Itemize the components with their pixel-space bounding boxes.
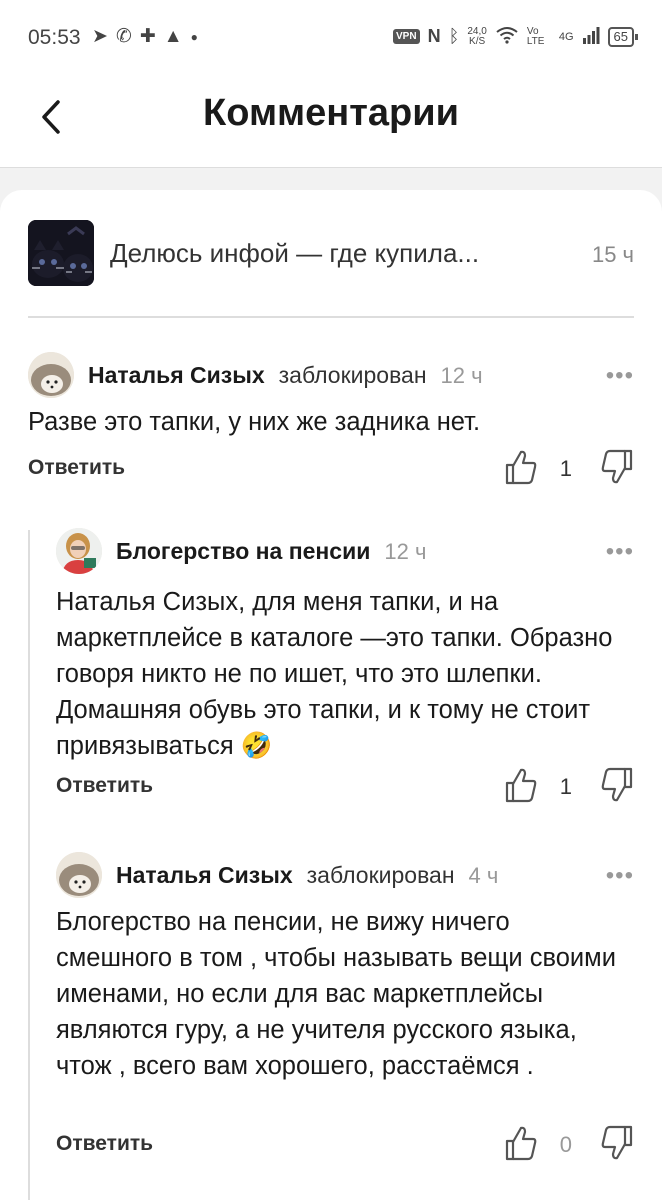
- comment-text: Блогерство на пенсии, не вижу ничего сме…: [56, 908, 616, 1080]
- signal-icon: [582, 26, 600, 47]
- volte-icon: Vo LTE: [526, 25, 545, 47]
- like-count: 1: [559, 456, 572, 481]
- app-icon: ✚: [139, 26, 156, 47]
- status-right: VPN N ᛒ 24,0 K/S Vo LTE 4G 65: [393, 25, 639, 47]
- dislike-icon[interactable]: [600, 448, 634, 486]
- comment-author-line: Наталья Сизых заблокирован 4 ч: [116, 862, 498, 889]
- like-icon[interactable]: [504, 766, 538, 804]
- thread-line: [28, 530, 30, 1200]
- header: Комментарии: [0, 78, 662, 168]
- notification-icons: ➤ ✆ ✚ ▲ ●: [92, 24, 198, 50]
- article-thumbnail: [28, 220, 94, 286]
- article-title: Делюсь инфой — где купила...: [110, 238, 480, 268]
- comment: Блогерство на пенсии 12 ч ••• Наталья Сиз…: [56, 528, 634, 808]
- more-options-icon[interactable]: •••: [606, 862, 634, 890]
- status-time: 05:53: [28, 26, 81, 49]
- wifi-icon: [495, 26, 519, 47]
- like-count: 0: [559, 1132, 572, 1157]
- avatar[interactable]: [56, 528, 102, 574]
- comments-card: Делюсь инфой — где купила... 15 ч Наталь…: [0, 190, 662, 1200]
- divider: [28, 316, 634, 318]
- comment-author-line: Наталья Сизых заблокирован 12 ч: [88, 362, 483, 389]
- whatsapp-icon: ✆: [115, 26, 132, 47]
- article-link[interactable]: Делюсь инфой — где купила... 15 ч: [28, 220, 634, 286]
- comment-actions: Ответить 0: [56, 1124, 634, 1164]
- blocked-label: заблокирован: [278, 362, 427, 388]
- comment-time: 12 ч: [384, 539, 427, 564]
- avatar[interactable]: [56, 852, 102, 898]
- comment-time: 12 ч: [440, 363, 483, 388]
- comment-author[interactable]: Блогерство на пенсии: [116, 538, 370, 564]
- avatar[interactable]: [28, 352, 74, 398]
- comment-text: Разве это тапки, у них же задника нет.: [28, 408, 481, 436]
- blocked-label: заблокирован: [306, 862, 455, 888]
- like-icon[interactable]: [504, 1124, 538, 1162]
- dot-icon: ●: [190, 30, 198, 44]
- dislike-icon[interactable]: [600, 766, 634, 804]
- net-speed-unit: K/S: [469, 35, 486, 47]
- comment-author-line: Блогерство на пенсии 12 ч: [116, 538, 426, 565]
- comment-actions: Ответить 1: [28, 448, 634, 488]
- nfc-icon: N: [427, 26, 441, 46]
- telegram-icon: ➤: [92, 26, 108, 47]
- net-speed-value: 24,0: [467, 25, 487, 37]
- comment: Наталья Сизых заблокирован 4 ч ••• Блогерс…: [56, 852, 634, 1182]
- dislike-icon[interactable]: [600, 1124, 634, 1162]
- comment-author[interactable]: Наталья Сизых: [88, 362, 265, 388]
- net-speed: 24,0 K/S: [467, 25, 487, 47]
- like-icon[interactable]: [504, 448, 538, 486]
- like-count: 1: [559, 774, 572, 799]
- article-time: 15 ч: [591, 242, 634, 267]
- comment-text: Наталья Сизых, для меня тапки, и на марк…: [56, 588, 613, 760]
- comment-actions: Ответить 1: [56, 766, 634, 806]
- reply-button[interactable]: Ответить: [56, 774, 153, 798]
- vpn-icon: VPN: [393, 29, 420, 44]
- bluetooth-icon: ᛒ: [448, 26, 460, 46]
- page-title: Комментарии: [203, 92, 459, 134]
- comment: Наталья Сизых заблокирован 12 ч ••• Разве …: [28, 352, 634, 492]
- comment-author[interactable]: Наталья Сизых: [116, 862, 293, 888]
- more-options-icon[interactable]: •••: [606, 362, 634, 390]
- more-options-icon[interactable]: •••: [606, 538, 634, 566]
- warning-icon: ▲: [163, 26, 183, 47]
- network-type: 4G: [558, 30, 574, 43]
- reply-button[interactable]: Ответить: [28, 456, 125, 480]
- comment-time: 4 ч: [468, 863, 499, 888]
- status-bar: 05:53 ➤ ✆ ✚ ▲ ● VPN N ᛒ 24,0 K/S Vo LTE …: [0, 0, 662, 78]
- reply-button[interactable]: Ответить: [56, 1132, 153, 1156]
- battery-icon: 65: [607, 26, 639, 47]
